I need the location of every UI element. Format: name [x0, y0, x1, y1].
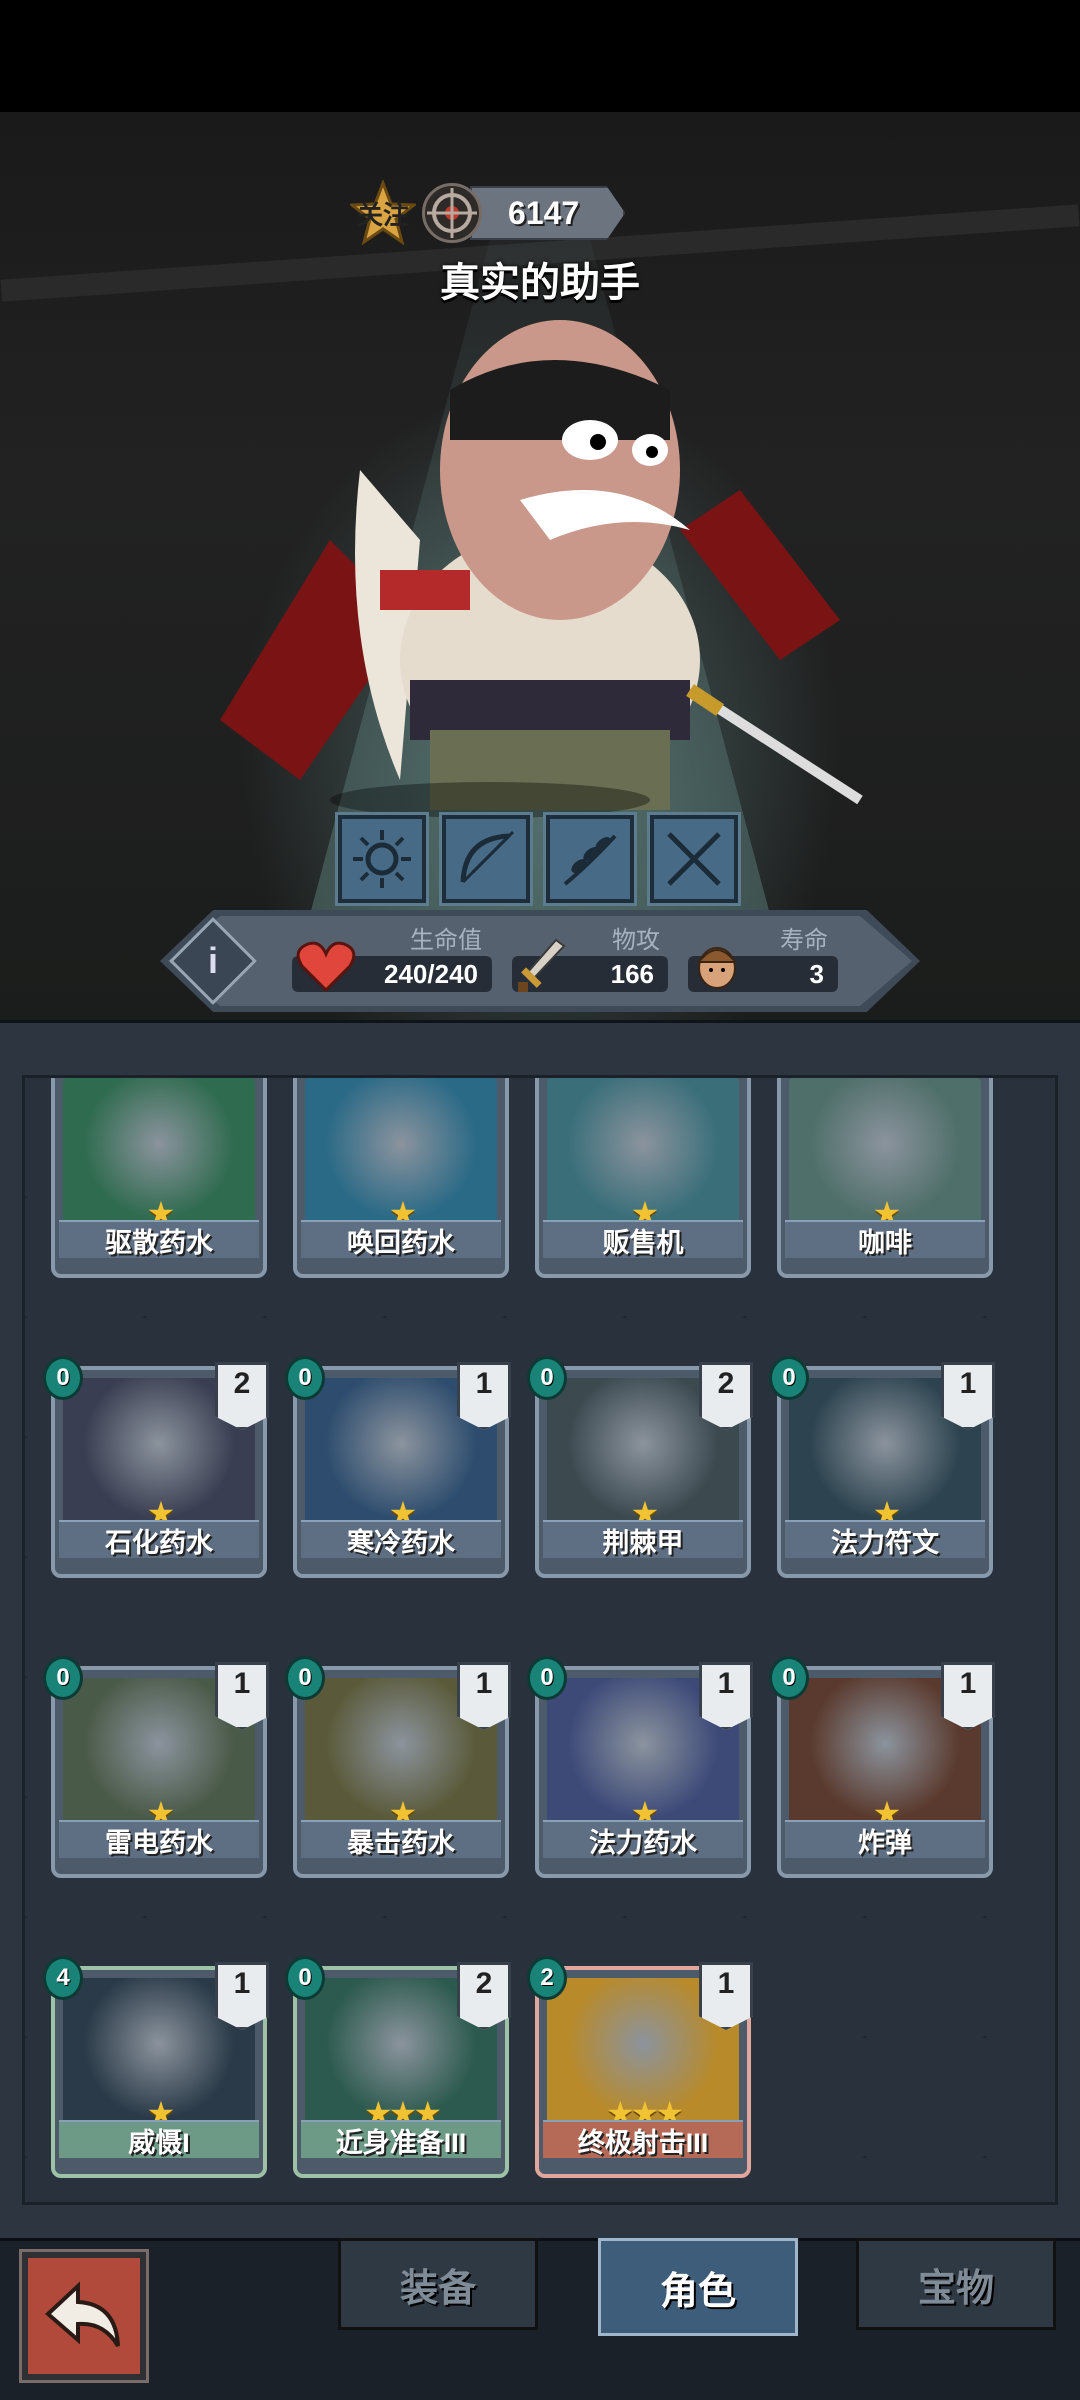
tab-equipment[interactable]: 装备	[338, 2238, 538, 2330]
card-cost-badge: 0	[285, 1356, 325, 1400]
card-cost-badge: 0	[527, 1356, 567, 1400]
card-count-badge: 1	[457, 1662, 511, 1730]
item-card[interactable]: ★ 咖啡	[777, 1078, 993, 1278]
status-bar	[0, 0, 1080, 112]
skill-slot-sun[interactable]	[335, 812, 429, 906]
card-cost-badge: 0	[769, 1356, 809, 1400]
crosshair-icon	[422, 183, 482, 243]
item-card[interactable]: ★ 石化药水 0 2	[43, 1356, 269, 1578]
laurel-icon	[563, 834, 617, 886]
card-count-badge: 2	[215, 1362, 269, 1430]
card-name: 法力药水	[543, 1820, 743, 1858]
follow-label: 关注	[356, 199, 409, 230]
character-portrait	[220, 320, 863, 818]
item-card[interactable]: ★★★ 近身准备III 0 2	[285, 1956, 511, 2178]
crossed-swords-icon	[667, 832, 721, 886]
sword-icon	[518, 938, 566, 992]
item-card[interactable]: ★ 驱散药水	[51, 1078, 267, 1278]
bow-icon	[460, 830, 515, 884]
skill-slot-bow[interactable]	[439, 812, 533, 906]
skill-slot-laurel[interactable]	[543, 812, 637, 906]
card-count-badge: 1	[941, 1362, 995, 1430]
item-card[interactable]: ★ 炸弹 0 1	[769, 1656, 995, 1878]
card-name: 唤回药水	[301, 1220, 501, 1258]
card-count-badge: 2	[457, 1962, 511, 2030]
card-count-badge: 1	[699, 1662, 753, 1730]
item-card[interactable]: ★ 威慑I 4 1	[43, 1956, 269, 2178]
card-cost-badge: 0	[285, 1956, 325, 2000]
item-card[interactable]: ★ 暴击药水 0 1	[285, 1656, 511, 1878]
skill-slot-swords[interactable]	[647, 812, 741, 906]
heart-icon	[296, 941, 356, 992]
card-name: 威慑I	[59, 2120, 259, 2158]
card-name: 寒冷药水	[301, 1520, 501, 1558]
item-card[interactable]: ★ 贩售机	[535, 1078, 751, 1278]
back-arrow-icon	[45, 2281, 120, 2348]
card-cost-badge: 4	[43, 1956, 83, 2000]
character-header: 关注 6147	[350, 180, 626, 246]
card-name: 驱散药水	[59, 1220, 259, 1258]
card-cost-badge: 2	[527, 1956, 567, 2000]
info-icon: i	[207, 940, 218, 981]
attack-label: 物攻	[612, 927, 660, 954]
back-button[interactable]	[19, 2249, 149, 2383]
item-card[interactable]: ★ 雷电药水 0 1	[43, 1656, 269, 1878]
card-cost-badge: 0	[769, 1656, 809, 1700]
card-count-badge: 1	[215, 1662, 269, 1730]
card-count-badge: 1	[699, 1962, 753, 2030]
card-cost-badge: 0	[43, 1356, 83, 1400]
card-cost-badge: 0	[43, 1656, 83, 1700]
tab-character[interactable]: 角色	[598, 2238, 798, 2336]
life-label: 寿命	[780, 927, 828, 954]
card-count-badge: 2	[699, 1362, 753, 1430]
score-value: 6147	[508, 194, 580, 231]
sun-gear-icon	[353, 830, 411, 888]
card-name: 法力符文	[785, 1520, 985, 1558]
card-name: 咖啡	[785, 1220, 985, 1258]
item-card[interactable]: ★ 荆棘甲 0 2	[527, 1356, 753, 1578]
card-count-badge: 1	[457, 1362, 511, 1430]
card-name: 暴击药水	[301, 1820, 501, 1858]
score-badge: 6147	[470, 186, 626, 240]
item-card[interactable]: ★ 法力符文 0 1	[769, 1356, 995, 1578]
item-card[interactable]: ★★★ 终极射击III 2 1	[527, 1956, 753, 2178]
item-card[interactable]: ★ 寒冷药水 0 1	[285, 1356, 511, 1578]
helmet-face-icon	[696, 947, 738, 989]
card-grid: ★ 驱散药水 ★ 唤回药水 ★ 贩售机 ★ 咖啡 ★ 石化药水 0 2 ★ 寒冷药水 0 1 ★ 荆棘甲 0 2 ★ 法力…	[22, 1075, 1058, 2205]
card-count-badge: 1	[941, 1662, 995, 1730]
item-card[interactable]: ★ 法力药水 0 1	[527, 1656, 753, 1878]
card-count-badge: 1	[215, 1962, 269, 2030]
card-name: 贩售机	[543, 1220, 743, 1258]
card-name: 近身准备III	[301, 2120, 501, 2158]
card-name: 荆棘甲	[543, 1520, 743, 1558]
card-name: 石化药水	[59, 1520, 259, 1558]
hp-label: 生命值	[410, 927, 482, 954]
item-card[interactable]: ★ 唤回药水	[293, 1078, 509, 1278]
skill-slots	[335, 812, 741, 906]
card-cost-badge: 0	[527, 1656, 567, 1700]
tab-treasure[interactable]: 宝物	[856, 2238, 1056, 2330]
follow-button[interactable]: 关注	[350, 180, 416, 246]
card-name: 终极射击III	[543, 2120, 743, 2158]
card-name: 炸弹	[785, 1820, 985, 1858]
card-cost-badge: 0	[285, 1656, 325, 1700]
card-name: 雷电药水	[59, 1820, 259, 1858]
